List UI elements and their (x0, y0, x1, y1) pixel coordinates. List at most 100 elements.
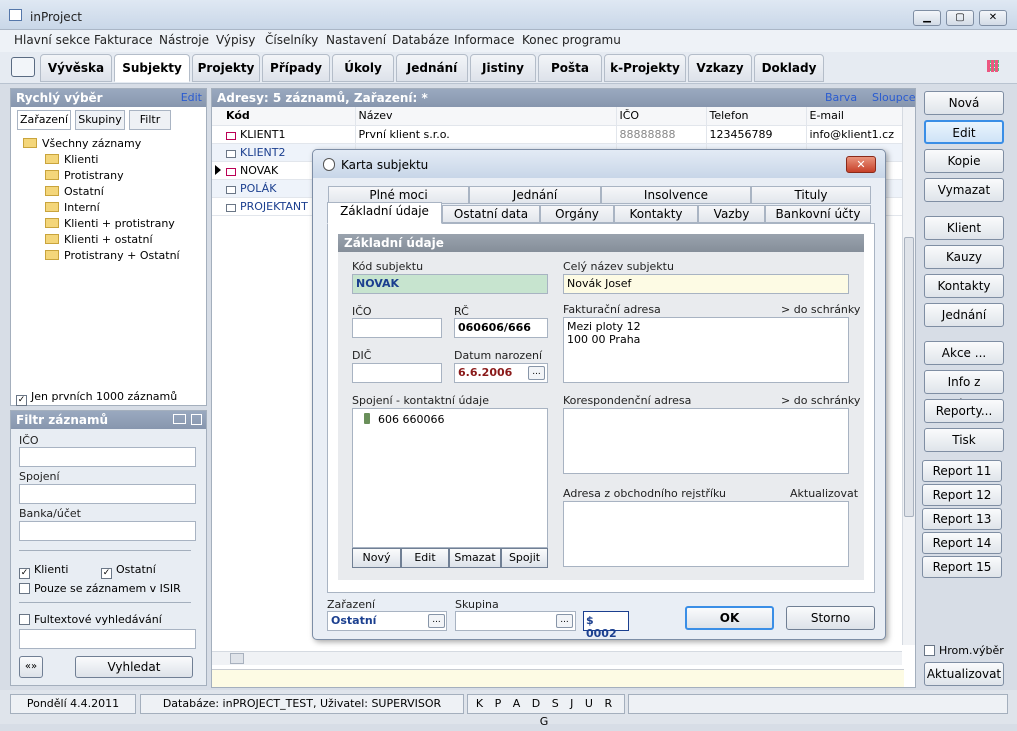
tab-vyveska[interactable]: Vývěska (40, 54, 112, 82)
filter-spojeni-input[interactable] (19, 484, 196, 504)
fakturacni-to-clipboard-link[interactable]: > do schránky (781, 303, 860, 316)
storno-button[interactable]: Storno (786, 606, 875, 630)
tab-ukoly[interactable]: Úkoly (332, 54, 394, 82)
tab-insolvence[interactable]: Insolvence (601, 186, 751, 204)
kauzy-button[interactable]: Kauzy (924, 245, 1004, 269)
scrollbar-thumb[interactable] (904, 237, 914, 517)
tab-bankovni-ucty[interactable]: Bankovní účty (765, 205, 871, 223)
new-button[interactable]: Nová (924, 91, 1004, 115)
ico-field[interactable] (352, 318, 442, 338)
contact-edit-button[interactable]: Edit (401, 548, 449, 568)
contact-delete-button[interactable]: Smazat (449, 548, 501, 568)
tab-posta[interactable]: Pošta (538, 54, 602, 82)
report-14-button[interactable]: Report 14 (922, 532, 1002, 554)
menu-hlavni-sekce[interactable]: Hlavní sekce (14, 33, 90, 47)
list-item[interactable]: 606 660066 (364, 413, 544, 426)
save-icon[interactable] (191, 414, 202, 425)
search-button[interactable]: Vyhledat (75, 656, 193, 678)
menu-vypisy[interactable]: Výpisy (216, 33, 255, 47)
kod-field[interactable]: NOVAK (352, 274, 548, 294)
quick-tab-zarazeni[interactable]: Zařazení (17, 110, 71, 130)
contact-new-button[interactable]: Nový (352, 548, 401, 568)
menu-nastroje[interactable]: Nástroje (159, 33, 209, 47)
fulltext-checkbox[interactable]: Fultextové vyhledávání (19, 613, 162, 626)
nazev-field[interactable]: Novák Josef (563, 274, 849, 294)
tab-k-projekty[interactable]: k-Projekty (604, 54, 686, 82)
tab-projekty[interactable]: Projekty (192, 54, 260, 82)
tree-item[interactable]: Protistrany + Ostatní (45, 249, 180, 262)
tree-item[interactable]: Interní (45, 201, 100, 214)
menu-informace[interactable]: Informace (454, 33, 514, 47)
tree-item[interactable]: Klienti (45, 153, 98, 166)
fulltext-input[interactable] (19, 629, 196, 649)
tab-jednani[interactable]: Jednání (396, 54, 468, 82)
close-window-button[interactable]: ✕ (979, 10, 1007, 26)
maximize-button[interactable]: ▢ (946, 10, 974, 26)
tab-pripady[interactable]: Případy (262, 54, 330, 82)
barva-link[interactable]: Barva (825, 89, 857, 107)
dic-field[interactable] (352, 363, 442, 383)
home-icon[interactable] (11, 57, 35, 77)
column-header[interactable]: Telefon (706, 107, 807, 126)
sloupce-link[interactable]: Sloupce (872, 89, 916, 107)
quick-edit-link[interactable]: Edit (181, 89, 202, 107)
limit-checkbox[interactable]: ✓ Jen prvních 1000 záznamů (16, 390, 177, 406)
hrom-checkbox[interactable]: Hrom.výběr (924, 644, 1004, 657)
horizontal-scrollbar[interactable] (212, 651, 902, 665)
column-header[interactable]: Název (355, 107, 617, 126)
rc-field[interactable]: 060606/666 (454, 318, 548, 338)
menu-nastaveni[interactable]: Nastavení (326, 33, 386, 47)
contact-merge-button[interactable]: Spojit (501, 548, 548, 568)
report-15-button[interactable]: Report 15 (922, 556, 1002, 578)
ok-button[interactable]: OK (685, 606, 774, 630)
minimize-button[interactable]: ▁ (913, 10, 941, 26)
skupina-picker-button[interactable]: ... (556, 614, 573, 628)
menu-konec[interactable]: Konec programu (522, 33, 621, 47)
filter-ico-input[interactable] (19, 447, 196, 467)
korespondencni-to-clipboard-link[interactable]: > do schránky (781, 394, 860, 407)
tab-ostatni-data[interactable]: Ostatní data (442, 205, 540, 223)
klient-button[interactable]: Klient (924, 216, 1004, 240)
reports-button[interactable]: Reporty... (924, 399, 1004, 423)
tab-jistiny[interactable]: Jistiny (470, 54, 536, 82)
tree-root[interactable]: Všechny záznamy (23, 137, 141, 150)
refresh-button[interactable]: Aktualizovat (924, 662, 1004, 686)
tree-item[interactable]: Klienti + protistrany (45, 217, 175, 230)
menu-ciselniky[interactable]: Číselníky (265, 33, 318, 47)
contacts-list[interactable]: 606 660066 (352, 408, 548, 548)
table-row[interactable]: KLIENT1 První klient s.r.o. 88888888 123… (212, 125, 905, 144)
edit-button[interactable]: Edit (924, 120, 1004, 144)
ostatni-checkbox[interactable]: ✓ Ostatní (101, 563, 156, 579)
klienti-checkbox[interactable]: ✓ Klienti (19, 563, 68, 579)
report-13-button[interactable]: Report 13 (922, 508, 1002, 530)
isir-checkbox[interactable]: Pouze se záznamem v ISIR (19, 582, 181, 595)
akce-button[interactable]: Akce ... (924, 341, 1004, 365)
toggle-button[interactable]: «» (19, 656, 43, 678)
edit-strip[interactable] (212, 669, 904, 687)
tree-item[interactable]: Klienti + ostatní (45, 233, 153, 246)
or-refresh-link[interactable]: Aktualizovat (790, 487, 858, 500)
date-picker-button[interactable]: ... (528, 366, 545, 380)
tab-zakladni-udaje[interactable]: Základní údaje (327, 202, 442, 224)
tab-jednani[interactable]: Jednání (469, 186, 601, 204)
scrollbar-thumb[interactable] (230, 653, 244, 664)
filter-banka-input[interactable] (19, 521, 196, 541)
tab-kontakty[interactable]: Kontakty (614, 205, 698, 223)
grid-menu-icon[interactable] (987, 60, 999, 72)
print-button[interactable]: Tisk (924, 428, 1004, 452)
report-12-button[interactable]: Report 12 (922, 484, 1002, 506)
tab-tituly[interactable]: Tituly (751, 186, 871, 204)
tab-vazby[interactable]: Vazby (698, 205, 765, 223)
quick-tab-skupiny[interactable]: Skupiny (75, 110, 125, 130)
copy-button[interactable]: Kopie (924, 149, 1004, 173)
tree-item[interactable]: Ostatní (45, 185, 104, 198)
jednani-button[interactable]: Jednání (924, 303, 1004, 327)
delete-button[interactable]: Vymazat (924, 178, 1004, 202)
menu-fakturace[interactable]: Fakturace (94, 33, 153, 47)
column-header[interactable]: Kód (212, 107, 356, 126)
tab-vzkazy[interactable]: Vzkazy (688, 54, 752, 82)
tree-item[interactable]: Protistrany (45, 169, 124, 182)
fakturacni-field[interactable]: Mezi ploty 12 100 00 Praha (563, 317, 849, 383)
checkbox-checked[interactable]: ✓ (16, 395, 27, 406)
menu-databaze[interactable]: Databáze (392, 33, 449, 47)
